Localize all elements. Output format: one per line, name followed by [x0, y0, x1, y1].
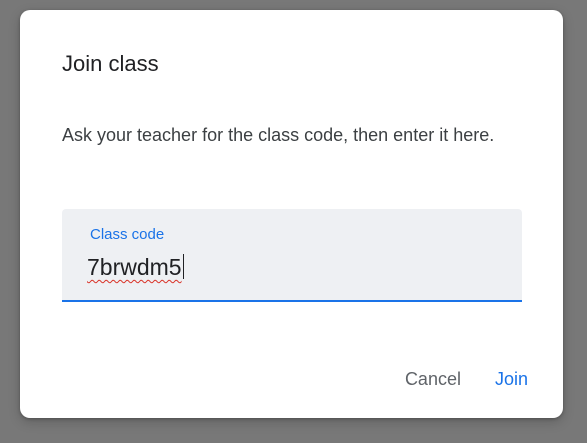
class-code-field[interactable]: Class code 7brwdm5 [62, 209, 522, 302]
dialog-actions: Cancel Join [399, 364, 534, 394]
dialog-title: Join class [62, 51, 159, 76]
class-code-label: Class code [90, 226, 165, 243]
class-code-value: 7brwdm5 [87, 254, 182, 280]
cancel-button[interactable]: Cancel [399, 364, 467, 394]
dialog-instructions: Ask your teacher for the class code, the… [62, 125, 495, 145]
join-class-dialog: Join class Ask your teacher for the clas… [20, 10, 563, 418]
join-button[interactable]: Join [489, 364, 534, 394]
class-code-input[interactable]: 7brwdm5 [87, 252, 487, 282]
text-caret [182, 254, 185, 279]
